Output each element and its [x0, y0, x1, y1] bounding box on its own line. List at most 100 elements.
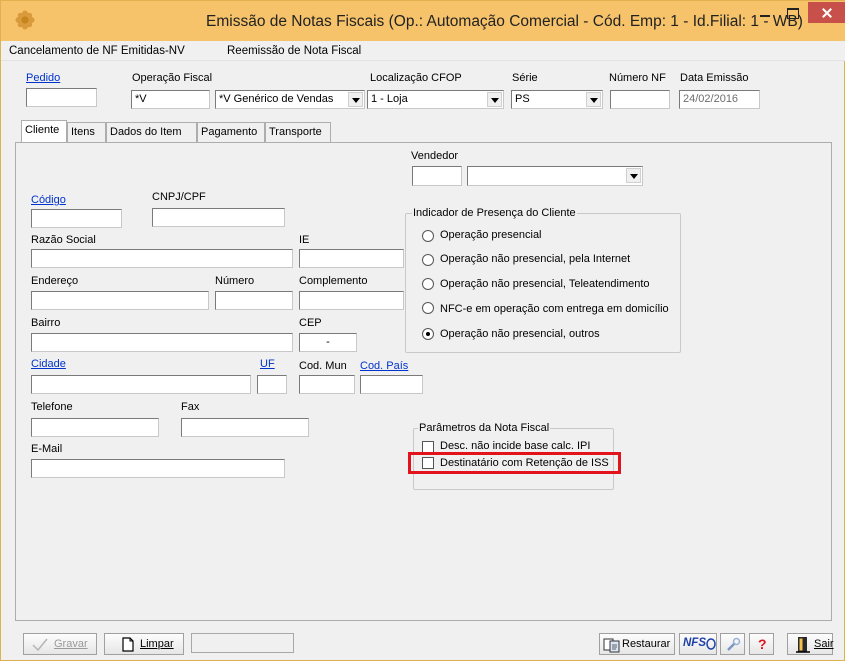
menu-reemissao[interactable]: Reemissão de Nota Fiscal: [227, 45, 361, 57]
fax-label: Fax: [181, 401, 200, 413]
email-label: E-Mail: [31, 443, 63, 455]
radio-nfce-domicilio-label: NFC-e em operação com entrega em domicíl…: [440, 303, 669, 315]
codigo-link[interactable]: Código: [31, 194, 66, 206]
radio-outros-label: Operação não presencial, outros: [440, 328, 600, 340]
main-window: Emissão de Notas Fiscais (Op.: Automação…: [0, 0, 845, 661]
endereco-field[interactable]: [31, 291, 209, 310]
cnpj-field[interactable]: [152, 208, 285, 227]
pedido-link[interactable]: Pedido: [26, 72, 60, 84]
cep-label: CEP: [299, 317, 322, 329]
menu-bar: Cancelamento de NF Emitidas-NV Reemissão…: [1, 41, 845, 61]
tab-cliente[interactable]: Cliente: [21, 120, 67, 142]
tool-icon: [727, 637, 741, 651]
data-emissao-field[interactable]: 24/02/2016: [679, 90, 760, 109]
highlight-box: [408, 452, 621, 474]
maximize-button[interactable]: [779, 3, 805, 23]
help-button[interactable]: ?: [749, 633, 774, 655]
chevron-down-icon[interactable]: [348, 92, 363, 107]
razao-social-field[interactable]: [31, 249, 293, 268]
serie-label: Série: [512, 72, 538, 84]
codigo-field[interactable]: [31, 209, 122, 228]
telefone-field[interactable]: [31, 418, 159, 437]
numero-nf-label: Número NF: [609, 72, 666, 84]
vendedor-label: Vendedor: [411, 150, 459, 162]
chevron-down-icon[interactable]: [626, 168, 641, 183]
chevron-down-icon[interactable]: [586, 92, 601, 107]
uf-link[interactable]: UF: [260, 358, 275, 370]
tab-itens[interactable]: Itens: [67, 122, 106, 142]
radio-presencial-label: Operação presencial: [440, 229, 542, 241]
cidade-field[interactable]: [31, 375, 251, 394]
vendedor-select[interactable]: [467, 166, 643, 186]
window-title: Emissão de Notas Fiscais (Op.: Automação…: [206, 13, 803, 30]
uf-field[interactable]: [257, 375, 287, 394]
checkbox-desc-ipi-label: Desc. não incide base calc. IPI: [440, 440, 591, 452]
gravar-button[interactable]: Gravar: [23, 633, 97, 655]
minimize-button[interactable]: [752, 3, 778, 23]
nfse-label: NFS: [683, 637, 706, 649]
complemento-label: Complemento: [299, 275, 368, 287]
radio-nfce-domicilio[interactable]: [422, 302, 434, 314]
telefone-label: Telefone: [31, 401, 73, 413]
cfop-select[interactable]: 1 - Loja: [367, 90, 504, 109]
cfop-select-value: 1 - Loja: [371, 93, 408, 105]
email-field[interactable]: [31, 459, 285, 478]
numero-nf-field[interactable]: [610, 90, 670, 109]
fax-field[interactable]: [181, 418, 309, 437]
restaurar-label: Restaurar: [622, 638, 671, 650]
cidade-link[interactable]: Cidade: [31, 358, 66, 370]
operacao-code-field[interactable]: *V: [131, 90, 210, 109]
ie-label: IE: [299, 234, 310, 246]
cfop-label: Localização CFOP: [370, 72, 462, 84]
cod-pais-field[interactable]: [360, 375, 423, 394]
numero-field[interactable]: [215, 291, 293, 310]
cod-mun-label: Cod. Mun: [299, 360, 347, 372]
bairro-label: Bairro: [31, 317, 61, 329]
limpar-button[interactable]: Limpar: [104, 633, 184, 655]
radio-teleatendimento[interactable]: [422, 278, 434, 290]
tab-transporte[interactable]: Transporte: [265, 122, 331, 142]
sair-button[interactable]: Sair: [787, 633, 834, 655]
operacao-select[interactable]: *V Genérico de Vendas: [215, 90, 365, 109]
pedido-field[interactable]: [26, 88, 97, 107]
radio-internet-label: Operação não presencial, pela Internet: [440, 253, 631, 265]
vendedor-code-field[interactable]: [412, 166, 462, 186]
numero-label: Número: [215, 275, 255, 287]
restaurar-button[interactable]: Restaurar: [599, 633, 675, 655]
operacao-select-value: *V Genérico de Vendas: [219, 93, 334, 105]
parametros-title: Parâmetros da Nota Fiscal: [418, 422, 551, 434]
tool-button[interactable]: [720, 633, 745, 655]
serie-select-value: PS: [515, 93, 530, 105]
radio-outros[interactable]: [422, 328, 434, 340]
complemento-field[interactable]: [299, 291, 404, 310]
chevron-down-icon[interactable]: [487, 92, 502, 107]
cod-mun-field[interactable]: [299, 375, 355, 394]
menu-cancelamento[interactable]: Cancelamento de NF Emitidas-NV: [9, 45, 185, 57]
nfse-logo-icon: [706, 638, 716, 650]
nfse-button[interactable]: NFS: [679, 633, 717, 655]
radio-teleatendimento-label: Operação não presencial, Teleatendimento: [440, 278, 650, 290]
cep-field[interactable]: -: [299, 333, 357, 352]
tab-pagamento[interactable]: Pagamento: [197, 122, 265, 142]
serie-select[interactable]: PS: [511, 90, 603, 109]
endereco-label: Endereço: [31, 275, 79, 287]
check-icon: [32, 638, 48, 652]
bairro-field[interactable]: [31, 333, 293, 352]
operacao-label: Operação Fiscal: [132, 72, 213, 84]
exit-door-icon: [796, 637, 810, 653]
data-emissao-label: Data Emissão: [680, 72, 749, 84]
ie-field[interactable]: [299, 249, 404, 268]
restore-icon: [603, 638, 620, 653]
help-icon: ?: [758, 636, 767, 652]
title-bar: Emissão de Notas Fiscais (Op.: Automação…: [1, 1, 845, 41]
close-button[interactable]: [808, 2, 845, 23]
cod-pais-link[interactable]: Cod. País: [360, 360, 408, 372]
cnpj-label: CNPJ/CPF: [152, 191, 206, 203]
gravar-label: Gravar: [54, 638, 88, 650]
radio-internet[interactable]: [422, 254, 434, 266]
tab-dados-item[interactable]: Dados do Item: [106, 122, 197, 142]
radio-presencial[interactable]: [422, 230, 434, 242]
document-icon: [122, 637, 134, 652]
limpar-label: Limpar: [140, 638, 174, 650]
sair-label: Sair: [814, 638, 834, 650]
